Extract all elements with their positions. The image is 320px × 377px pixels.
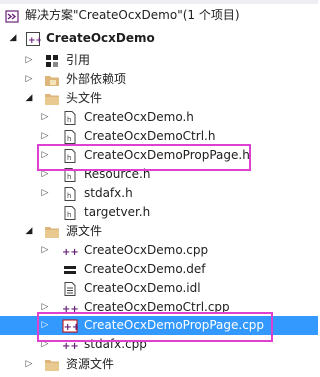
cpp-file-icon: ++ bbox=[62, 300, 78, 316]
vc-project-icon: ++ bbox=[25, 31, 41, 47]
tree-item-file[interactable]: ▷ h Resource.h bbox=[0, 165, 318, 184]
expand-arrow-icon[interactable]: ▷ bbox=[40, 113, 50, 123]
expand-arrow-icon[interactable]: ▷ bbox=[40, 246, 50, 256]
file-label: stdafx.h bbox=[84, 186, 133, 200]
solution-icon bbox=[4, 8, 20, 24]
collapse-arrow-icon[interactable]: ◢ bbox=[8, 34, 18, 44]
svg-text:h: h bbox=[67, 135, 71, 143]
expand-arrow-icon[interactable]: ▷ bbox=[40, 132, 50, 142]
expand-arrow-icon[interactable]: ▷ bbox=[24, 56, 34, 66]
svg-text:++: ++ bbox=[64, 322, 79, 333]
header-file-icon: h bbox=[62, 186, 78, 202]
file-label: CreateOcxDemoPropPage.h bbox=[84, 148, 250, 162]
file-label: Resource.h bbox=[84, 167, 151, 181]
collapse-arrow-icon[interactable]: ◢ bbox=[24, 227, 34, 237]
file-label: stdafx.cpp bbox=[84, 337, 147, 351]
svg-text:++: ++ bbox=[62, 304, 78, 315]
tree-item-file[interactable]: CreateOcxDemo.idl bbox=[0, 279, 318, 298]
file-label: CreateOcxDemoCtrl.cpp bbox=[84, 300, 230, 314]
header-file-icon: h bbox=[62, 167, 78, 183]
svg-text:h: h bbox=[67, 192, 71, 200]
external-dependencies-label: 外部依赖项 bbox=[66, 72, 127, 86]
tree-item-file[interactable]: CreateOcxDemo.def bbox=[0, 260, 318, 279]
references-label: 引用 bbox=[66, 53, 91, 67]
svg-text:++: ++ bbox=[28, 36, 41, 46]
tree-item-external-dependencies[interactable]: ▷ 外部依赖项 bbox=[0, 70, 318, 89]
tree-item-file-selected[interactable]: ▷ ++ CreateOcxDemoPropPage.cpp bbox=[0, 316, 318, 335]
svg-text:++: ++ bbox=[62, 247, 78, 258]
external-dependencies-icon bbox=[44, 72, 60, 88]
svg-text:h: h bbox=[67, 116, 71, 124]
resource-folder-label: 资源文件 bbox=[66, 357, 115, 371]
folder-icon bbox=[44, 357, 60, 373]
expand-arrow-icon[interactable]: ▷ bbox=[24, 75, 34, 85]
collapse-arrow-icon[interactable]: ◢ bbox=[24, 94, 34, 104]
file-label: CreateOcxDemo.h bbox=[84, 110, 194, 124]
tree-item-file[interactable]: ▷ h stdafx.h bbox=[0, 184, 318, 203]
tree-item-file[interactable]: h targetver.h bbox=[0, 203, 318, 222]
file-label: targetver.h bbox=[84, 205, 151, 219]
header-folder-label: 头文件 bbox=[66, 91, 103, 105]
tree-item-project[interactable]: ◢ ++ CreateOcxDemo bbox=[0, 29, 318, 48]
expand-arrow-icon[interactable]: ▷ bbox=[40, 321, 50, 331]
header-file-icon: h bbox=[62, 205, 78, 221]
expand-arrow-icon[interactable]: ▷ bbox=[40, 170, 50, 180]
tree-item-source-folder[interactable]: ◢ 源文件 bbox=[0, 222, 318, 241]
file-label: CreateOcxDemo.idl bbox=[84, 281, 201, 295]
tree-item-file[interactable]: ▷ ++ CreateOcxDemo.cpp bbox=[0, 241, 318, 260]
tree-item-header-folder[interactable]: ◢ 头文件 bbox=[0, 89, 318, 108]
file-label: CreateOcxDemoPropPage.cpp bbox=[84, 318, 265, 332]
solution-explorer-tree: 解决方案"CreateOcxDemo"(1 个项目) ◢ ++ CreateOc… bbox=[0, 0, 318, 377]
file-label: CreateOcxDemo.def bbox=[84, 262, 206, 276]
cpp-file-icon: ++ bbox=[62, 243, 78, 259]
tree-item-file[interactable]: ▷ ++ CreateOcxDemoCtrl.cpp bbox=[0, 298, 318, 317]
tree-item-references[interactable]: ▷ 引用 bbox=[0, 51, 318, 70]
def-file-icon bbox=[62, 262, 78, 278]
idl-file-icon bbox=[62, 281, 78, 297]
references-icon bbox=[44, 53, 60, 69]
expand-arrow-icon[interactable]: ▷ bbox=[40, 151, 50, 161]
svg-text:h: h bbox=[67, 173, 71, 181]
tree-item-file[interactable]: ▷ h CreateOcxDemoPropPage.h bbox=[0, 146, 318, 165]
file-label: CreateOcxDemoCtrl.h bbox=[84, 129, 216, 143]
svg-text:h: h bbox=[67, 154, 71, 162]
tree-item-solution[interactable]: 解决方案"CreateOcxDemo"(1 个项目) bbox=[0, 6, 318, 25]
expand-arrow-icon[interactable]: ▷ bbox=[40, 303, 50, 313]
cpp-file-icon: ++ bbox=[62, 318, 78, 334]
header-file-icon: h bbox=[62, 110, 78, 126]
file-label: CreateOcxDemo.cpp bbox=[84, 243, 209, 257]
tree-item-file[interactable]: ▷ h CreateOcxDemo.h bbox=[0, 108, 318, 127]
tree-item-resource-folder[interactable]: ▷ 资源文件 bbox=[0, 355, 318, 374]
expand-arrow-icon[interactable]: ▷ bbox=[24, 360, 34, 370]
expand-arrow-icon[interactable]: ▷ bbox=[40, 340, 50, 350]
svg-text:h: h bbox=[67, 211, 71, 219]
folder-icon bbox=[44, 91, 60, 107]
project-label: CreateOcxDemo bbox=[46, 31, 155, 45]
solution-label: 解决方案"CreateOcxDemo"(1 个项目) bbox=[25, 8, 240, 22]
svg-text:++: ++ bbox=[62, 341, 78, 352]
tree-item-file[interactable]: ▷ h CreateOcxDemoCtrl.h bbox=[0, 127, 318, 146]
tree-item-file[interactable]: ▷ ++ stdafx.cpp bbox=[0, 335, 318, 354]
source-folder-label: 源文件 bbox=[66, 224, 103, 238]
header-file-icon: h bbox=[62, 129, 78, 145]
cpp-file-icon: ++ bbox=[62, 337, 78, 353]
header-file-icon: h bbox=[62, 148, 78, 164]
expand-arrow-icon[interactable]: ▷ bbox=[40, 189, 50, 199]
folder-icon bbox=[44, 224, 60, 240]
